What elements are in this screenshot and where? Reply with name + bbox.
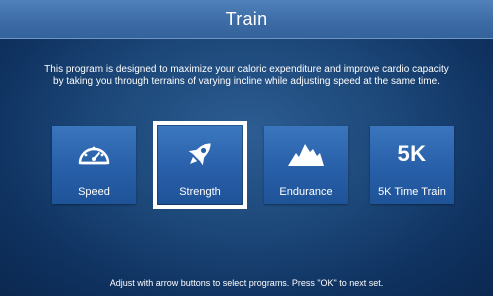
speedometer-icon [52, 136, 136, 172]
train-screen: Train This program is designed to maximi… [0, 0, 493, 296]
program-label-endurance: Endurance [279, 186, 333, 198]
program-tiles: Speed Strength Endurance 5K 5K Time Trai… [0, 121, 493, 210]
program-tile-speed[interactable]: Speed [52, 126, 136, 204]
program-tile-endurance[interactable]: Endurance [264, 126, 348, 204]
5k-text-icon: 5K [397, 141, 427, 166]
program-label-speed: Speed [78, 186, 110, 198]
program-description: This program is designed to maximize you… [8, 64, 485, 88]
page-title: Train [225, 8, 268, 29]
description-line-1: This program is designed to maximize you… [44, 64, 449, 75]
program-tile-5k-time-train[interactable]: 5K 5K Time Train [370, 126, 454, 204]
footer-instructions: Adjust with arrow buttons to select prog… [109, 278, 384, 288]
rocket-icon [158, 136, 242, 172]
program-label-strength: Strength [179, 186, 221, 198]
mountain-icon [264, 136, 348, 172]
program-label-5k-time-train: 5K Time Train [378, 186, 446, 198]
header-bar: Train [0, 0, 493, 39]
program-tile-strength[interactable]: Strength [153, 121, 247, 209]
description-line-2: by taking you through terrains of varyin… [53, 76, 440, 87]
